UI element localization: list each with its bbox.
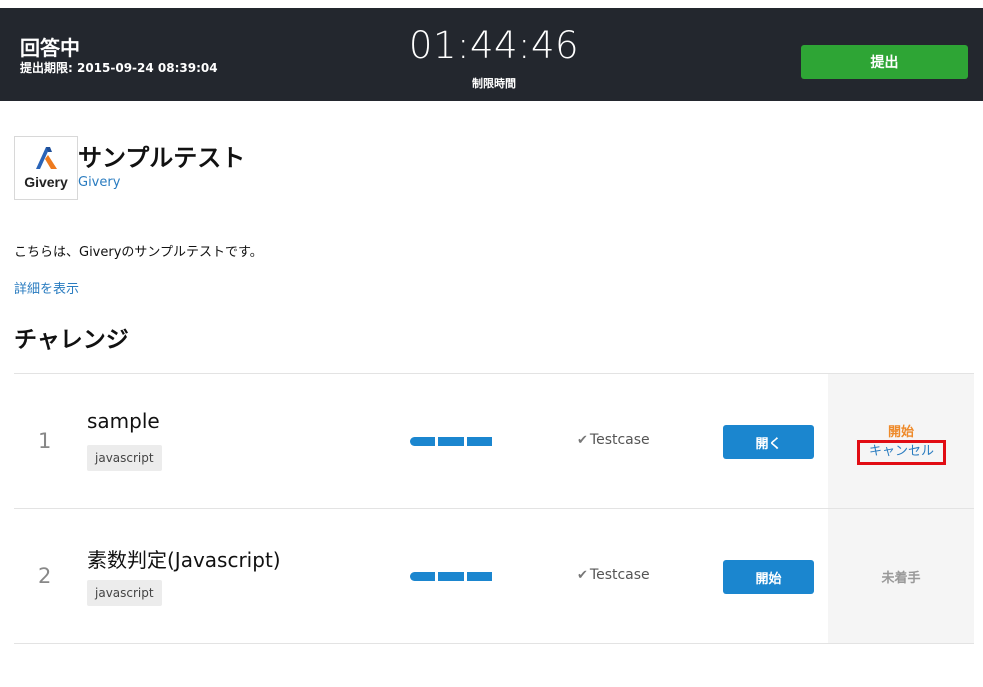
challenges-heading: チャレンジ <box>14 327 129 353</box>
progress-segment <box>410 572 436 581</box>
challenge-row: 1 sample javascript ✔ Testcase 開く 開始 キャン… <box>14 374 974 509</box>
status-cell: 未着手 <box>828 509 974 643</box>
top-bar: 回答中 提出期限: 2015-09-24 08:39:04 01:44:46 制… <box>0 8 983 101</box>
challenge-list: 1 sample javascript ✔ Testcase 開く 開始 キャン… <box>14 373 974 644</box>
test-description: こちらは、Giveryのサンプルテストです。 <box>14 245 263 260</box>
progress-bar <box>410 437 492 446</box>
language-tag: javascript <box>87 445 162 471</box>
company-logo: Givery <box>14 136 78 200</box>
show-details-link[interactable]: 詳細を表示 <box>14 278 79 297</box>
status-not-started: 未着手 <box>881 571 921 586</box>
timer-label: 制限時間 <box>472 77 516 90</box>
start-challenge-button[interactable]: 開始 <box>723 560 814 594</box>
status-cell: 開始 キャンセル <box>828 374 974 508</box>
test-title: サンプルテスト <box>78 144 246 172</box>
givery-logo-icon <box>36 147 57 169</box>
answer-status-title: 回答中 <box>20 36 80 60</box>
countdown-timer: 01:44:46 <box>408 24 580 67</box>
testcase-indicator: ✔ Testcase <box>577 432 650 448</box>
progress-segment <box>466 437 492 446</box>
check-icon: ✔ <box>577 432 588 448</box>
challenge-row: 2 素数判定(Javascript) javascript ✔ Testcase… <box>14 509 974 644</box>
challenge-name: 素数判定(Javascript) <box>87 548 281 572</box>
status-started: 開始 <box>887 425 914 440</box>
progress-segment <box>410 437 436 446</box>
challenge-name: sample <box>87 409 160 433</box>
progress-segment <box>438 572 464 581</box>
progress-bar <box>410 572 492 581</box>
testcase-indicator: ✔ Testcase <box>577 567 650 583</box>
language-tag: javascript <box>87 580 162 606</box>
company-link[interactable]: Givery <box>78 175 120 190</box>
logo-wordmark: Givery <box>24 174 68 190</box>
challenge-number: 1 <box>38 429 52 453</box>
progress-segment <box>466 572 492 581</box>
check-icon: ✔ <box>577 567 588 583</box>
cancel-link[interactable]: キャンセル <box>857 440 946 465</box>
submission-deadline: 提出期限: 2015-09-24 08:39:04 <box>20 61 218 75</box>
testcase-label: Testcase <box>589 432 650 448</box>
submit-button[interactable]: 提出 <box>801 45 968 79</box>
testcase-label: Testcase <box>589 567 650 583</box>
progress-segment <box>438 437 464 446</box>
challenge-number: 2 <box>38 564 52 588</box>
open-challenge-button[interactable]: 開く <box>723 425 814 459</box>
